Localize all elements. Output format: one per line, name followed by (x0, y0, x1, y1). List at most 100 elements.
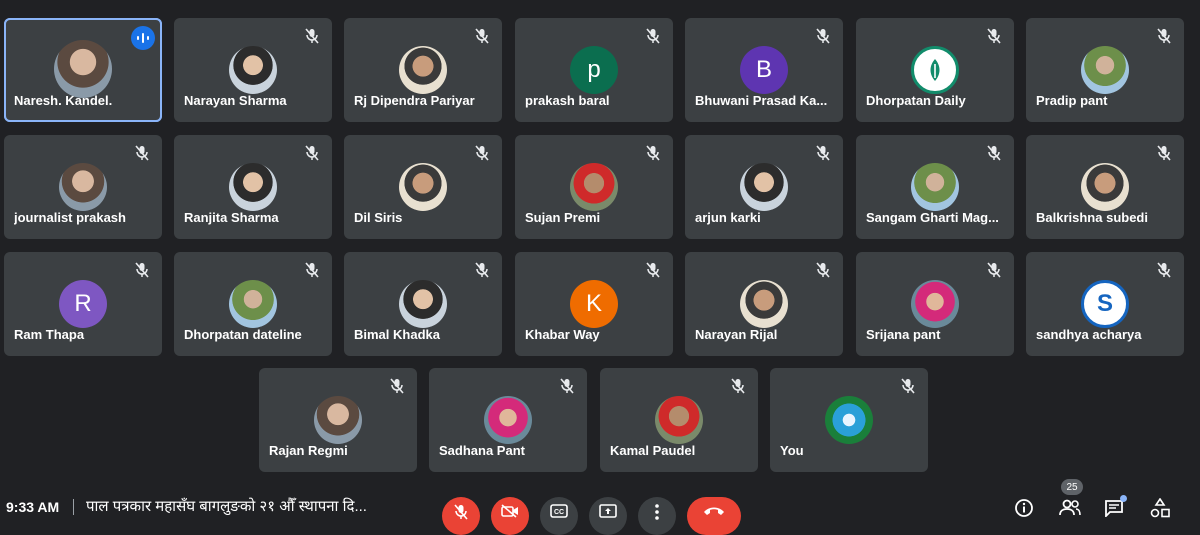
participant-tile[interactable]: Sadhana Pant (429, 368, 587, 472)
participant-name: You (780, 443, 804, 458)
avatar-letter: p (587, 56, 601, 83)
participant-name: Pradip pant (1036, 93, 1108, 108)
participant-name: Sadhana Pant (439, 443, 525, 458)
participant-avatar (1081, 163, 1129, 211)
participant-tile[interactable]: Naresh. Kandel. (4, 18, 162, 122)
mic-off-icon (813, 143, 833, 163)
participant-avatar: B (740, 46, 788, 94)
mic-off-icon (302, 26, 322, 46)
participant-tile[interactable]: B Bhuwani Prasad Ka... (685, 18, 843, 122)
participant-avatar (229, 163, 277, 211)
participant-tile[interactable]: R Ram Thapa (4, 252, 162, 356)
participant-tile[interactable]: p prakash baral (515, 18, 673, 122)
avatar-letter: S (1096, 290, 1113, 317)
participant-avatar (399, 46, 447, 94)
participant-name: Dil Siris (354, 210, 403, 225)
participant-tile[interactable]: K Khabar Way (515, 252, 673, 356)
participant-name: Rj Dipendra Pariyar (354, 93, 475, 108)
participant-avatar (911, 280, 959, 328)
mic-off-icon (557, 376, 577, 396)
participant-name: Sujan Premi (525, 210, 601, 225)
mic-off-icon (813, 260, 833, 280)
participant-avatar (484, 396, 532, 444)
unread-indicator (1120, 495, 1127, 502)
more-options-icon (655, 504, 659, 520)
participant-tile[interactable]: Dhorpatan Daily (856, 18, 1014, 122)
participant-name: Naresh. Kandel. (14, 93, 113, 108)
participant-name: Bimal Khadka (354, 327, 440, 342)
mic-off-icon (984, 26, 1004, 46)
participant-avatar (911, 163, 959, 211)
mic-off-icon (643, 143, 663, 163)
activities-button[interactable] (1148, 497, 1172, 519)
participant-name: Narayan Rijal (695, 327, 778, 342)
present-button[interactable] (589, 497, 627, 535)
participant-name: journalist prakash (14, 210, 126, 225)
people-button[interactable]: 25 (1058, 479, 1083, 519)
participant-name: Ram Thapa (14, 327, 85, 342)
mic-off-icon (643, 26, 663, 46)
mic-off-icon (728, 376, 748, 396)
meeting-details-button[interactable] (1012, 497, 1036, 519)
mic-off-icon (898, 376, 918, 396)
participant-tile[interactable]: Sujan Premi (515, 135, 673, 239)
participant-tile[interactable]: Srijana pant (856, 252, 1014, 356)
avatar-letter: R (74, 290, 92, 317)
participant-name: Ranjita Sharma (184, 210, 279, 225)
mic-toggle-button[interactable] (442, 497, 480, 535)
participant-avatar: S (1081, 280, 1129, 328)
mic-off-icon (643, 260, 663, 280)
chat-button[interactable] (1102, 495, 1127, 519)
participant-name: Sangam Gharti Mag... (866, 210, 999, 225)
bottom-bar: 9:33 AM पाल पत्रकार महासँघ बागलुङको २१ औ… (0, 479, 1200, 535)
participant-avatar: R (59, 280, 107, 328)
participant-avatar (1081, 46, 1129, 94)
mic-off-icon (472, 143, 492, 163)
participant-tile[interactable]: arjun karki (685, 135, 843, 239)
hang-up-button[interactable] (687, 497, 741, 535)
participant-tile[interactable]: Ranjita Sharma (174, 135, 332, 239)
clock: 9:33 AM (6, 499, 60, 515)
participant-name: sandhya acharya (1036, 327, 1142, 342)
participant-avatar (54, 40, 112, 98)
mic-off-icon (132, 260, 152, 280)
participant-tile[interactable]: Balkrishna subedi (1026, 135, 1184, 239)
participant-name: Dhorpatan dateline (184, 327, 302, 342)
participant-tile[interactable]: Sangam Gharti Mag... (856, 135, 1014, 239)
participant-avatar: p (570, 46, 618, 94)
participant-avatar (740, 280, 788, 328)
captions-button[interactable]: CC (540, 497, 578, 535)
mic-off-icon (1154, 260, 1174, 280)
participant-tile[interactable]: Dhorpatan dateline (174, 252, 332, 356)
participant-tile[interactable]: Bimal Khadka (344, 252, 502, 356)
participant-tile[interactable]: Dil Siris (344, 135, 502, 239)
svg-text:CC: CC (554, 509, 564, 516)
participant-tile[interactable]: Narayan Rijal (685, 252, 843, 356)
more-options-button[interactable] (638, 497, 676, 535)
present-icon (599, 504, 617, 518)
chat-icon (1105, 500, 1123, 517)
info-icon (1015, 499, 1033, 517)
participant-name: prakash baral (525, 93, 610, 108)
participant-tile[interactable]: S sandhya acharya (1026, 252, 1184, 356)
camera-toggle-button[interactable] (491, 497, 529, 535)
participant-avatar (655, 396, 703, 444)
participant-name: Rajan Regmi (269, 443, 348, 458)
participant-tile[interactable]: Kamal Paudel (600, 368, 758, 472)
participant-tile[interactable]: Narayan Sharma (174, 18, 332, 122)
participant-tile[interactable]: Rajan Regmi (259, 368, 417, 472)
participant-tile[interactable]: Rj Dipendra Pariyar (344, 18, 502, 122)
participant-tile[interactable]: journalist prakash (4, 135, 162, 239)
participant-name: arjun karki (695, 210, 761, 225)
participant-tile[interactable]: You (770, 368, 928, 472)
participant-avatar (314, 396, 362, 444)
mic-off-icon (813, 26, 833, 46)
activities-icon (1150, 498, 1170, 518)
participant-avatar (740, 163, 788, 211)
captions-icon: CC (550, 504, 568, 518)
participant-avatar (399, 163, 447, 211)
participant-avatar (570, 163, 618, 211)
participant-name: Srijana pant (866, 327, 941, 342)
participant-tile[interactable]: Pradip pant (1026, 18, 1184, 122)
mic-off-icon (132, 143, 152, 163)
